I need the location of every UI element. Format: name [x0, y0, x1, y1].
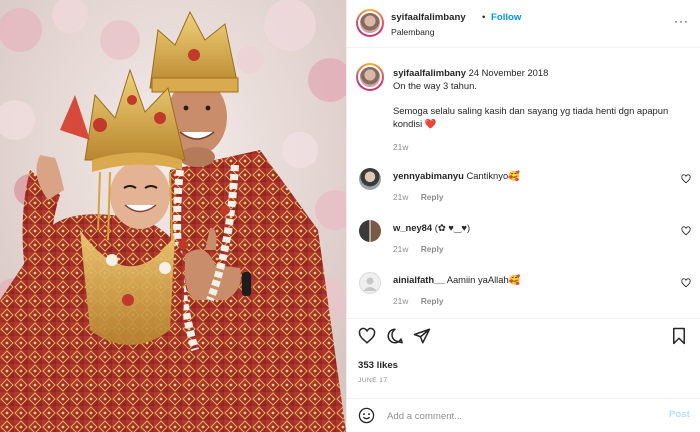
- caption-line-2: Semoga selalu saling kasih dan sayang yg…: [393, 105, 669, 116]
- post-details-panel: syifaalfalimbany • Follow Palembang ··· …: [346, 0, 700, 432]
- red-heart-icon: ❤️: [424, 118, 437, 129]
- caption-age: 21w: [393, 142, 409, 152]
- comment-icon[interactable]: [386, 327, 404, 345]
- comment-text: (✿ ♥‿♥): [434, 222, 471, 233]
- like-comment-icon[interactable]: [681, 226, 691, 236]
- commenter-avatar[interactable]: [359, 168, 381, 190]
- instagram-post-modal: syifaalfalimbany • Follow Palembang ··· …: [0, 0, 700, 432]
- comment-text: Cantiknyo🥰: [466, 170, 520, 181]
- wedding-photo-image: [0, 0, 346, 432]
- like-comment-icon[interactable]: [681, 174, 691, 184]
- post-actions: 353 likes JUNE 17 Post: [347, 318, 700, 432]
- post-date: JUNE 17: [358, 377, 388, 384]
- share-icon[interactable]: [413, 327, 431, 345]
- author-avatar[interactable]: [356, 9, 384, 37]
- add-comment-input[interactable]: [387, 408, 657, 424]
- emoji-icon[interactable]: [358, 407, 375, 424]
- comment-age: 21w: [393, 192, 409, 202]
- comment-username[interactable]: w_ney84: [393, 222, 432, 233]
- caption-date: 24 November 2018: [468, 67, 549, 78]
- caption-line-1: On the way 3 tahun.: [393, 80, 477, 91]
- comment-text: Aamiin yaAllah🥰: [446, 274, 521, 285]
- likes-count[interactable]: 353 likes: [358, 360, 398, 371]
- comment-username[interactable]: yennyabimanyu: [393, 170, 464, 181]
- bookmark-icon[interactable]: [670, 327, 688, 345]
- default-avatar-icon: [363, 277, 377, 291]
- separator-dot: •: [482, 12, 486, 23]
- comment-username[interactable]: ainialfath__: [393, 274, 445, 285]
- post-photo[interactable]: [0, 0, 346, 432]
- post-button[interactable]: Post: [669, 409, 690, 420]
- heart-icon[interactable]: [358, 327, 376, 345]
- reply-button[interactable]: Reply: [421, 192, 444, 202]
- comment-age: 21w: [393, 244, 409, 254]
- add-comment-bar: Post: [347, 398, 700, 432]
- like-comment-icon[interactable]: [681, 278, 691, 288]
- author-username[interactable]: syifaalfalimbany: [391, 12, 466, 23]
- follow-button[interactable]: Follow: [491, 12, 521, 23]
- location-link[interactable]: Palembang: [391, 27, 434, 37]
- caption-username[interactable]: syifaalfalimbany: [393, 67, 466, 78]
- more-options-icon[interactable]: ···: [674, 14, 689, 28]
- caption-line-3: kondisi: [393, 118, 423, 129]
- reply-button[interactable]: Reply: [421, 244, 444, 254]
- comment-age: 21w: [393, 296, 409, 306]
- caption-avatar[interactable]: [356, 63, 384, 91]
- commenter-avatar[interactable]: [359, 272, 381, 294]
- post-header: syifaalfalimbany • Follow Palembang ···: [347, 0, 700, 48]
- commenter-avatar[interactable]: [359, 220, 381, 242]
- reply-button[interactable]: Reply: [421, 296, 444, 306]
